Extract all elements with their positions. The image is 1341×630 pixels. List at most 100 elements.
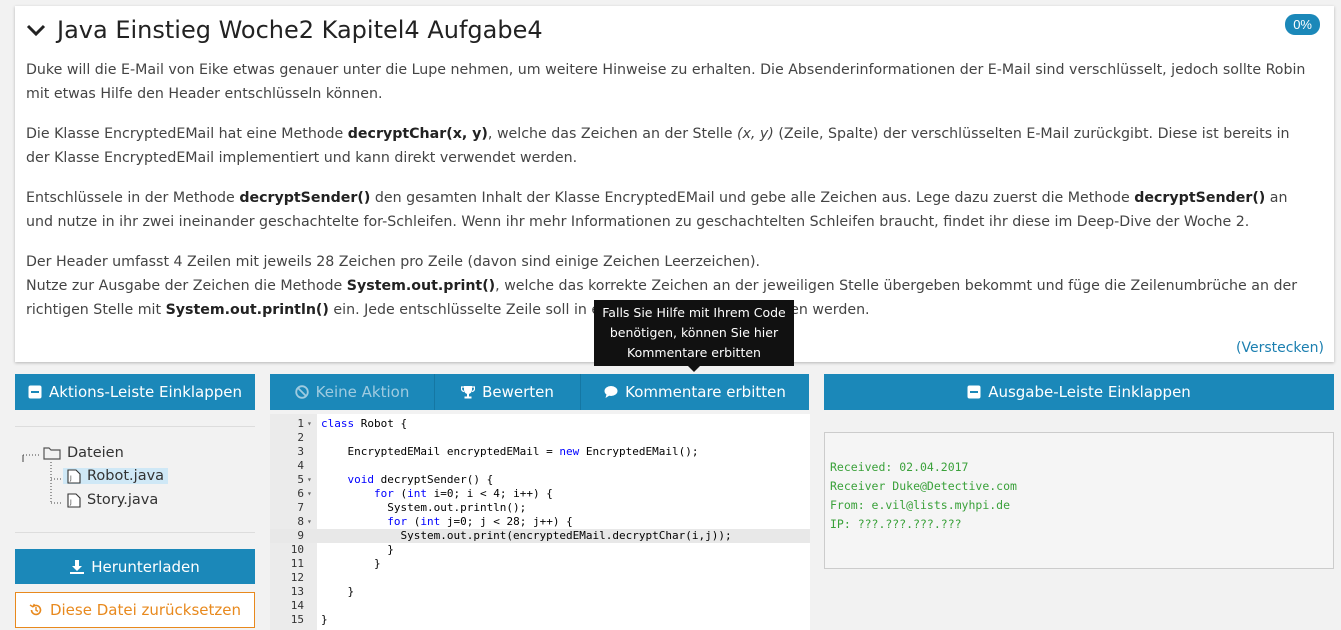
text-span: Die Klasse EncryptedEMail hat eine Metho… <box>26 126 348 142</box>
no-action-button[interactable]: Keine Aktion <box>270 374 434 410</box>
divider <box>15 426 255 427</box>
code-line[interactable]: 5 ▾ void decryptSender() { <box>270 473 810 487</box>
fold-toggle-icon[interactable]: ▾ <box>307 515 312 529</box>
line-number: 8 <box>297 515 304 528</box>
file-tree: Dateien J Robot.java J Story.java <box>15 440 255 520</box>
text-span: den gesamten Inhalt der Klasse Encrypted… <box>370 190 1135 206</box>
folder-item-dateien[interactable]: Dateien <box>43 445 124 461</box>
collapse-actions-button[interactable]: Aktions-Leiste Einklappen <box>15 374 255 410</box>
chevron-down-icon[interactable] <box>25 19 47 41</box>
line-number: 6 <box>297 487 304 500</box>
no-action-label: Keine Aktion <box>315 383 410 401</box>
collapse-output-label: Ausgabe-Leiste Einklappen <box>988 383 1191 401</box>
download-label: Herunterladen <box>91 557 200 576</box>
method-name: System.out.println() <box>165 302 329 318</box>
code-line[interactable]: 11 } <box>270 557 810 571</box>
history-icon <box>29 603 42 616</box>
code-text: } <box>321 557 381 570</box>
ban-icon <box>294 385 309 399</box>
method-name: System.out.print() <box>346 278 496 294</box>
code-text: for (int i=0; i < 4; i++) { <box>373 487 553 500</box>
hide-link[interactable]: (Verstecken) <box>1236 340 1324 356</box>
line-number: 3 <box>297 445 304 458</box>
line-number: 12 <box>290 571 304 584</box>
method-name: decryptSender() <box>239 190 371 206</box>
text-span: Der Header umfasst 4 Zeilen mit jeweils … <box>26 254 761 270</box>
code-line[interactable]: 7 System.out.println(); <box>270 501 810 515</box>
progress-badge: 0% <box>1285 14 1320 35</box>
code-line[interactable]: 15} <box>270 613 810 627</box>
download-icon <box>70 559 85 574</box>
text-span: Entschlüssele in der Methode <box>26 190 240 206</box>
code-line[interactable]: 14 <box>270 599 810 613</box>
code-line[interactable]: 4 <box>270 459 810 473</box>
line-number: 7 <box>297 501 304 514</box>
output-line: Received: 02.04.2017 <box>830 460 969 474</box>
line-number: 15 <box>290 613 304 626</box>
comments-tooltip: Falls Sie Hilfe mit Ihrem Code benötigen… <box>594 300 794 372</box>
code-text: } <box>321 613 328 626</box>
fold-toggle-icon[interactable]: ▾ <box>307 417 312 431</box>
method-name: decryptSender() <box>1134 190 1266 206</box>
request-comments-button[interactable]: Kommentare erbitten <box>581 374 809 410</box>
java-file-icon: J <box>67 492 81 508</box>
collapse-output-button[interactable]: Ausgabe-Leiste Einklappen <box>824 374 1334 410</box>
task-paragraph-3: Entschlüssele in der Methode decryptSend… <box>26 186 1316 234</box>
request-comments-label: Kommentare erbitten <box>625 383 786 401</box>
code-text: class Robot { <box>321 417 408 430</box>
folder-icon <box>43 447 61 460</box>
code-text: System.out.println(); <box>321 501 527 514</box>
code-text: EncryptedEMail encryptedEMail = new Encr… <box>321 445 699 458</box>
file-item-robot[interactable]: J Robot.java <box>63 468 169 484</box>
svg-text:J: J <box>69 499 72 506</box>
code-line[interactable]: 12 <box>270 571 810 585</box>
line-number: 2 <box>297 431 304 444</box>
line-number: 9 <box>297 529 304 542</box>
java-file-icon: J <box>67 468 81 484</box>
line-number: 11 <box>290 557 304 570</box>
collapse-actions-label: Aktions-Leiste Einklappen <box>48 383 243 401</box>
line-number: 13 <box>290 585 304 598</box>
line-number: 4 <box>297 459 304 472</box>
comment-icon <box>604 386 618 398</box>
task-header[interactable]: Java Einstieg Woche2 Kapitel4 Aufgabe4 <box>25 16 543 44</box>
code-line[interactable]: 8 ▾ for (int j=0; j < 28; j++) { <box>270 515 810 529</box>
file-label: Story.java <box>87 492 159 508</box>
line-number: 10 <box>290 543 304 556</box>
code-line[interactable]: 13 } <box>270 585 810 599</box>
code-line[interactable]: 2 <box>270 431 810 445</box>
svg-text:J: J <box>69 475 72 482</box>
code-line[interactable]: 9 System.out.print(encryptedEMail.decryp… <box>270 529 810 543</box>
rate-button[interactable]: Bewerten <box>435 374 580 410</box>
code-line[interactable]: 3 EncryptedEMail encryptedEMail = new En… <box>270 445 810 459</box>
output-line: IP: ???.???.???.??? <box>830 517 962 531</box>
download-button[interactable]: Herunterladen <box>15 549 255 584</box>
task-title: Java Einstieg Woche2 Kapitel4 Aufgabe4 <box>57 16 543 44</box>
output-line: From: e.vil@lists.myhpi.de <box>830 498 1011 512</box>
code-text: } <box>321 585 355 598</box>
code-text: for (int j=0; j < 28; j++) { <box>387 515 573 528</box>
output-line: Receiver Duke@Detective.com <box>830 479 1017 493</box>
fold-toggle-icon[interactable]: ▾ <box>307 473 312 487</box>
fold-toggle-icon[interactable]: ▾ <box>307 487 312 501</box>
file-item-story[interactable]: J Story.java <box>67 492 158 508</box>
divider <box>15 532 255 533</box>
line-number: 14 <box>290 599 304 612</box>
code-line[interactable]: 1 ▾ class Robot { <box>270 417 810 431</box>
reset-file-label: Diese Datei zurücksetzen <box>49 601 242 619</box>
minus-square-icon <box>967 385 981 399</box>
output-console: Received: 02.04.2017 Receiver Duke@Detec… <box>824 432 1334 569</box>
code-line[interactable]: 10 } <box>270 543 810 557</box>
line-number: 5 <box>297 473 304 486</box>
reset-file-button[interactable]: Diese Datei zurücksetzen <box>15 592 255 628</box>
rate-label: Bewerten <box>482 383 554 401</box>
code-editor[interactable]: 1 ▾ class Robot {2 3 EncryptedEMail encrypt… <box>270 414 810 630</box>
task-description: Duke will die E-Mail von Eike etwas gena… <box>26 58 1316 322</box>
trophy-icon <box>461 386 476 399</box>
code-text: void decryptSender() { <box>347 473 494 486</box>
code-line[interactable]: 6 ▾ for (int i=0; i < 4; i++) { <box>270 487 810 501</box>
method-name: decryptChar(x, y) <box>347 126 488 142</box>
line-number: 1 <box>297 417 304 430</box>
text-span: , welche das Zeichen an der Stelle <box>487 126 737 142</box>
task-paragraph-2: Die Klasse EncryptedEMail hat eine Metho… <box>26 122 1316 170</box>
